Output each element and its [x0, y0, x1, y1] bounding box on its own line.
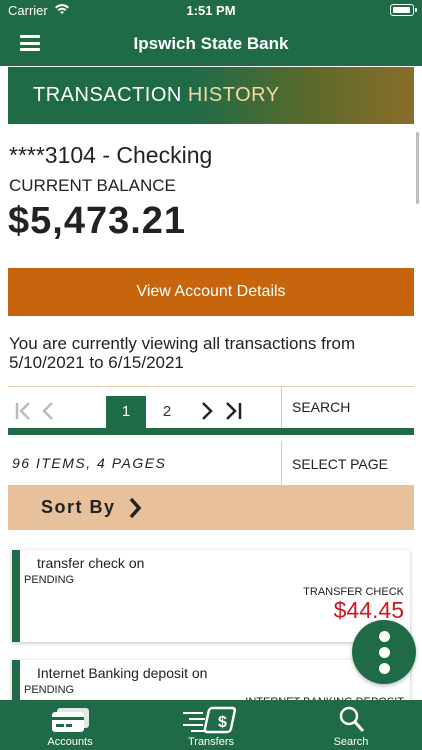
- scrollbar[interactable]: [416, 132, 419, 204]
- status-bar: Carrier 1:51 PM: [0, 0, 422, 22]
- app-header: Ipswich State Bank: [0, 22, 422, 66]
- view-account-details-button[interactable]: View Account Details: [8, 268, 414, 316]
- more-options-fab[interactable]: [352, 620, 416, 684]
- pagination-row: 1 2 SEARCH: [8, 386, 414, 435]
- prev-page-icon[interactable]: [40, 400, 56, 422]
- search-button[interactable]: SEARCH: [281, 387, 414, 428]
- tab-label: Search: [333, 736, 369, 748]
- page-banner: TRANSACTION HISTORY: [8, 67, 414, 124]
- transaction-description: Internet Banking deposit on: [37, 665, 208, 681]
- page-2-button[interactable]: 2: [147, 396, 187, 428]
- chevron-right-icon: [129, 497, 142, 519]
- transaction-status: PENDING: [24, 684, 75, 696]
- search-icon: [339, 706, 365, 732]
- transaction-amount: $44.45: [333, 597, 404, 623]
- account-name: ****3104 - Checking: [9, 142, 213, 168]
- first-page-icon[interactable]: [13, 400, 37, 422]
- pager: 1 2: [8, 387, 414, 435]
- hamburger-menu-icon[interactable]: [20, 35, 40, 51]
- transaction-status: PENDING: [24, 574, 75, 586]
- tab-transfers[interactable]: $ Transfers: [141, 700, 281, 750]
- tab-label: Transfers: [187, 736, 235, 748]
- app-title: Ipswich State Bank: [133, 34, 289, 53]
- pager-underline: [8, 428, 414, 435]
- date-range-text: You are currently viewing all transactio…: [9, 334, 356, 372]
- svg-text:$: $: [218, 714, 227, 731]
- tab-label: Accounts: [47, 736, 93, 748]
- page-1-button[interactable]: 1: [106, 396, 146, 428]
- transaction-description: transfer check on: [37, 555, 145, 571]
- clock: 1:51 PM: [186, 3, 236, 18]
- tab-accounts[interactable]: Accounts: [0, 700, 140, 750]
- balance-amount: $5,473.21: [8, 200, 187, 242]
- bottom-tab-bar: Accounts $ Transfers Search: [0, 700, 422, 750]
- items-row: 96 ITEMS, 4 PAGES SELECT PAGE: [8, 441, 414, 485]
- top-bar: Carrier 1:51 PM Ipswich State Bank: [0, 0, 422, 66]
- transaction-card[interactable]: transfer check on PENDING TRANSFER CHECK…: [12, 550, 410, 642]
- page-title: TRANSACTION HISTORY: [33, 84, 280, 106]
- select-page-button[interactable]: SELECT PAGE: [281, 441, 414, 485]
- sort-by-button[interactable]: Sort By: [8, 485, 414, 530]
- money-transfer-icon: $: [183, 706, 237, 734]
- balance-label: CURRENT BALANCE: [9, 176, 176, 195]
- battery-icon: [390, 4, 417, 16]
- last-page-icon[interactable]: [221, 400, 245, 422]
- credit-card-icon: [52, 708, 89, 732]
- sort-by-label: Sort By: [41, 497, 116, 517]
- next-page-icon[interactable]: [199, 400, 215, 422]
- items-summary: 96 ITEMS, 4 PAGES: [12, 455, 167, 471]
- tab-search[interactable]: Search: [281, 700, 421, 750]
